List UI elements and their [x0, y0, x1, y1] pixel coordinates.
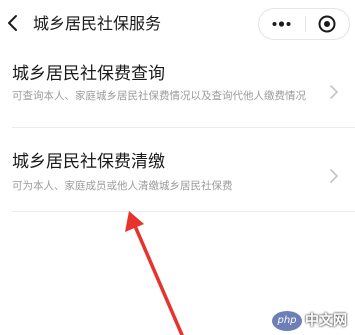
watermark-text: 中文网	[305, 313, 347, 329]
item-title: 城乡居民社保费清缴	[12, 152, 165, 172]
item-description: 可为本人、家庭成员或他人清缴城乡居民社保费	[12, 180, 233, 192]
back-chevron-icon[interactable]	[6, 13, 20, 33]
target-circle-icon	[318, 15, 336, 33]
navigation-bar: 城乡居民社保服务	[0, 0, 355, 50]
item-description: 可查询本人、家庭城乡居民社保费情况以及查询代他人缴费情况	[12, 90, 306, 102]
list-separator	[12, 211, 355, 212]
page-title: 城乡居民社保服务	[33, 14, 162, 33]
watermark: php 中文网	[272, 310, 352, 332]
list-item-fee-payment[interactable]: 城乡居民社保费清缴 可为本人、家庭成员或他人清缴城乡居民社保费	[0, 128, 355, 212]
item-title: 城乡居民社保费查询	[12, 64, 165, 84]
close-mini-program-button[interactable]	[306, 9, 349, 39]
chevron-right-icon	[330, 169, 338, 183]
more-dots-icon	[272, 21, 291, 27]
mini-program-capsule	[258, 8, 350, 40]
chevron-right-icon	[330, 85, 338, 99]
more-button[interactable]	[259, 9, 304, 39]
php-logo: php	[272, 311, 302, 331]
list-item-fee-query[interactable]: 城乡居民社保费查询 可查询本人、家庭城乡居民社保费情况以及查询代他人缴费情况	[0, 50, 355, 128]
